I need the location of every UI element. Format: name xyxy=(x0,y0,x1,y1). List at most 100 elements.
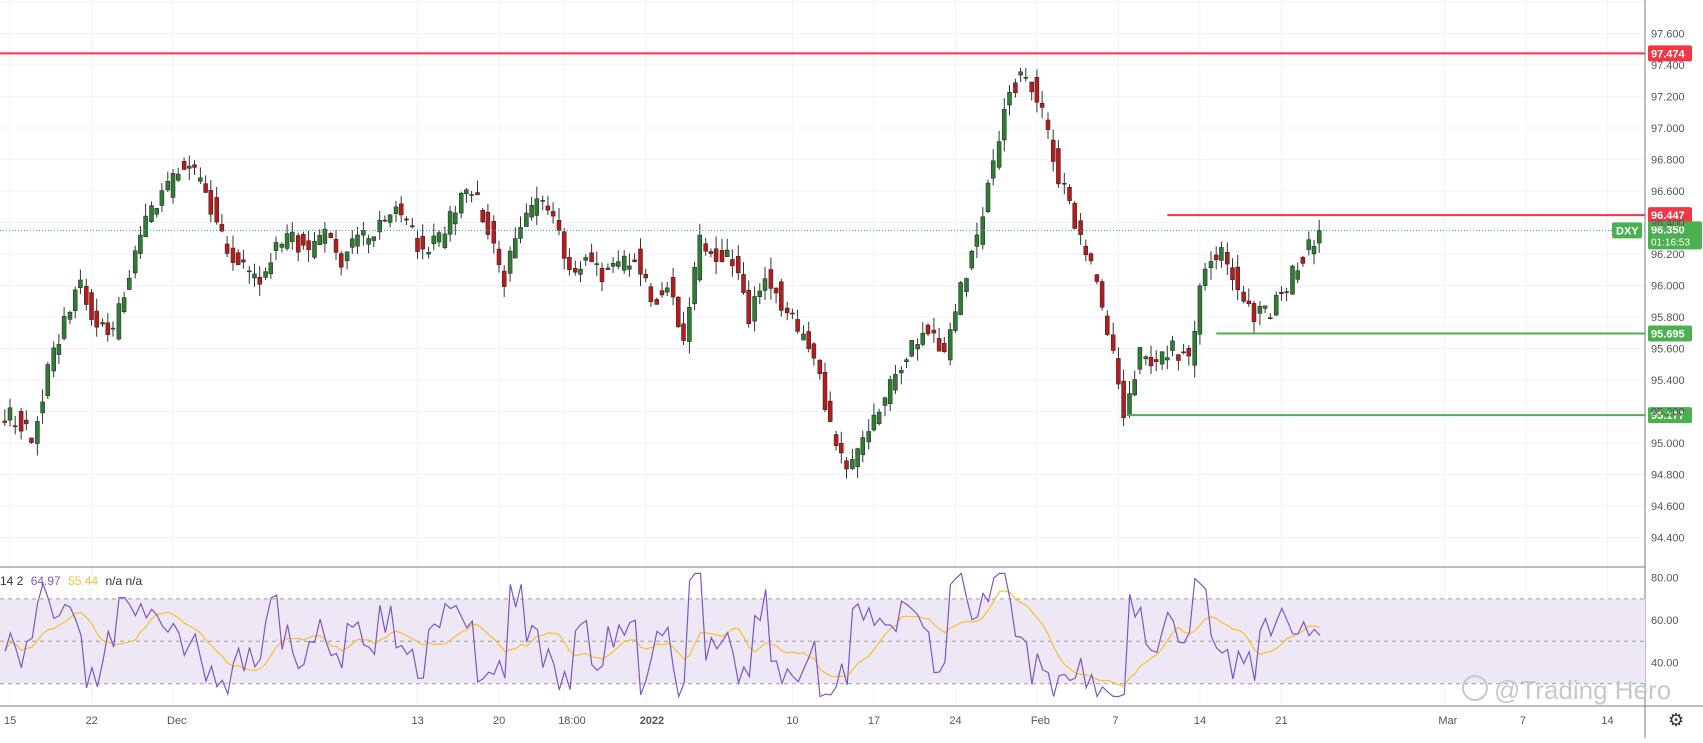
candle xyxy=(599,267,605,283)
candle xyxy=(583,257,588,261)
watermark-logo-icon xyxy=(1462,675,1488,701)
rsi-ma-value: 55.44 xyxy=(68,574,99,588)
candle xyxy=(736,256,741,274)
candle xyxy=(806,331,811,350)
time-tick-label: 7 xyxy=(1112,715,1118,727)
candle xyxy=(469,194,474,196)
candle xyxy=(18,411,24,432)
candle xyxy=(78,279,83,288)
candle xyxy=(638,248,643,275)
candle xyxy=(958,282,963,315)
rsi-value: 64.97 xyxy=(30,574,61,588)
candle xyxy=(110,327,116,330)
candle xyxy=(252,273,257,279)
price-tick-label: 96.200 xyxy=(1651,249,1685,261)
time-tick-label: 14 xyxy=(1194,715,1206,727)
time-tick-label: 20 xyxy=(493,715,505,727)
time-tick-label: 17 xyxy=(868,715,880,727)
candle xyxy=(1116,358,1121,385)
candle xyxy=(643,273,648,279)
candle xyxy=(610,263,616,267)
candle xyxy=(426,251,431,255)
candle xyxy=(1306,239,1312,250)
rsi-extra: n/a n/a xyxy=(105,574,143,588)
time-tick-label: 2022 xyxy=(640,715,664,727)
candle xyxy=(708,251,714,254)
candle xyxy=(947,329,953,361)
candle xyxy=(350,238,355,248)
candle xyxy=(920,332,926,345)
time-tick-label: Dec xyxy=(167,715,187,727)
candle xyxy=(1121,380,1126,418)
candle xyxy=(1225,251,1230,265)
candle xyxy=(1143,356,1149,360)
candle xyxy=(1311,246,1317,255)
candle xyxy=(817,359,823,375)
candle xyxy=(540,200,545,202)
candle xyxy=(398,203,404,216)
candle xyxy=(844,460,849,470)
candle xyxy=(143,215,148,238)
candle xyxy=(1050,139,1056,162)
candle xyxy=(1062,182,1067,185)
candle xyxy=(616,261,621,267)
candle xyxy=(1110,334,1116,351)
price-tick-label: 96.600 xyxy=(1651,186,1685,198)
candle xyxy=(1316,230,1322,244)
candle xyxy=(355,234,360,247)
price-tick-label: 97.200 xyxy=(1651,92,1685,104)
price-tick-label: 95.200 xyxy=(1651,407,1685,419)
candle xyxy=(909,339,914,357)
candle xyxy=(664,287,670,293)
candle xyxy=(692,266,697,305)
candle xyxy=(1251,303,1257,323)
gear-icon[interactable]: ⚙ xyxy=(1668,710,1684,731)
candle xyxy=(127,277,132,290)
candle xyxy=(1094,274,1100,282)
candle xyxy=(850,459,855,469)
candle xyxy=(295,235,301,253)
level-price-label: 95.695 xyxy=(1651,329,1685,341)
price-tick-label: 95.400 xyxy=(1651,375,1685,387)
candle xyxy=(361,230,366,236)
candle xyxy=(322,228,328,244)
candle xyxy=(100,322,105,325)
candle xyxy=(578,268,583,275)
candle xyxy=(1181,351,1186,354)
candle xyxy=(1013,82,1018,93)
candle xyxy=(621,255,627,271)
chart-area[interactable]: 97.474 96.447 95.695 95.177 DXY 96.350 01:16:5… xyxy=(0,0,1703,738)
candle xyxy=(762,278,768,291)
candle xyxy=(713,248,719,262)
rsi-tick-label: 80.00 xyxy=(1651,573,1679,585)
candle xyxy=(513,238,518,259)
candle xyxy=(985,182,991,212)
candle xyxy=(670,277,676,298)
candle xyxy=(605,267,611,270)
candle xyxy=(904,359,909,362)
candle xyxy=(192,164,197,168)
candle xyxy=(181,161,187,170)
chart-svg[interactable]: 97.47496.44795.69595.177DXY 96.35001:16:5… xyxy=(0,0,1703,738)
candle xyxy=(1213,254,1219,260)
candle xyxy=(1165,357,1170,361)
candle xyxy=(138,234,143,254)
candle xyxy=(974,234,980,247)
candle xyxy=(1197,285,1203,335)
candle xyxy=(893,374,898,391)
candle xyxy=(257,276,262,285)
candle xyxy=(627,265,632,270)
candle xyxy=(507,250,513,274)
candle xyxy=(822,372,828,410)
candle xyxy=(382,219,388,222)
candle xyxy=(170,173,176,198)
time-tick-label: 10 xyxy=(786,715,798,727)
candle xyxy=(757,290,763,297)
candle xyxy=(866,431,871,443)
price-tick-label: 94.400 xyxy=(1651,533,1685,545)
price-tick-label: 94.600 xyxy=(1651,501,1685,513)
candle xyxy=(953,311,958,331)
candle xyxy=(290,231,295,242)
candle xyxy=(545,205,551,211)
candle xyxy=(790,312,795,315)
